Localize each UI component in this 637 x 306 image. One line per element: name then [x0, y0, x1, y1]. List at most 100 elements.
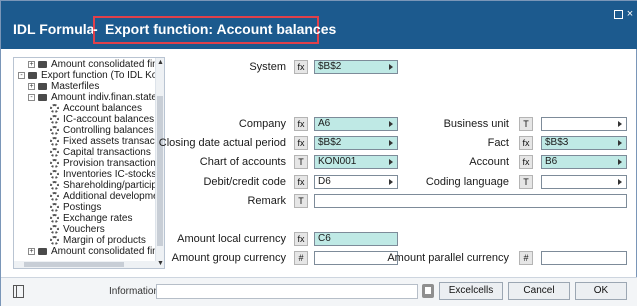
maximize-icon[interactable] [613, 9, 623, 19]
close-icon[interactable]: × [625, 9, 635, 20]
information-field[interactable] [156, 284, 418, 299]
tree-item[interactable]: Margin of products [50, 235, 146, 246]
title-separator: - [93, 21, 98, 37]
tree-item[interactable]: + Amount consolidated finan [28, 246, 165, 257]
account-value: B6 [545, 156, 558, 167]
tree-item-label: Additional development [63, 191, 165, 202]
system-fx-button[interactable]: fx [294, 60, 308, 74]
information-label: Information [109, 286, 160, 297]
amount-parallel-label: Amount parallel currency [387, 252, 509, 264]
company-field[interactable]: A6 [314, 117, 398, 131]
arrow-right-icon[interactable] [389, 159, 393, 165]
collapse-toggle-icon[interactable]: - [18, 72, 25, 79]
fact-value: $B$3 [545, 137, 569, 148]
amount-parallel-field[interactable] [541, 251, 627, 265]
closing-date-value: $B$2 [318, 137, 342, 148]
closing-date-field[interactable]: $B$2 [314, 136, 398, 150]
tree-item[interactable]: Additional development [50, 191, 165, 202]
business-unit-t-button[interactable]: T [519, 117, 533, 131]
account-field[interactable]: B6 [541, 155, 627, 169]
scroll-thumb[interactable] [24, 262, 124, 267]
excelcells-button[interactable]: Excelcells [439, 282, 503, 300]
coding-language-label: Coding language [425, 176, 509, 188]
tree-item[interactable]: Controlling balances [50, 125, 154, 136]
closing-date-fx-button[interactable]: fx [294, 136, 308, 150]
gear-icon [50, 225, 59, 234]
scroll-down-icon[interactable]: ▼ [156, 259, 164, 268]
chart-of-accounts-t-button[interactable]: T [294, 155, 308, 169]
amount-group-field[interactable] [314, 251, 398, 265]
function-tree[interactable]: + Amount consolidated finan - Export fun… [13, 57, 165, 269]
folder-icon [38, 61, 47, 68]
folder-icon [38, 83, 47, 90]
cancel-button[interactable]: Cancel [508, 282, 570, 300]
fact-fx-button[interactable]: fx [519, 136, 533, 150]
tree-item-label: Postings [63, 202, 102, 213]
business-unit-field[interactable] [541, 117, 627, 131]
arrow-right-icon[interactable] [618, 159, 622, 165]
ok-button[interactable]: OK [575, 282, 627, 300]
tree-horizontal-scrollbar[interactable] [14, 261, 156, 268]
chart-of-accounts-field[interactable]: KON001 [314, 155, 398, 169]
arrow-right-icon[interactable] [618, 179, 622, 185]
amount-local-field[interactable]: C6 [314, 232, 398, 246]
notepad-icon[interactable] [422, 284, 434, 298]
tree-item[interactable]: Exchange rates [50, 213, 133, 224]
tree-item[interactable]: - Export function (To IDL Konsis [18, 70, 164, 81]
scroll-thumb[interactable] [157, 96, 163, 246]
tree-item[interactable]: Provision transactions [50, 158, 161, 169]
coding-language-field[interactable] [541, 175, 627, 189]
arrow-right-icon[interactable] [389, 121, 393, 127]
tree-item-label: Vouchers [63, 224, 105, 235]
tree-vertical-scrollbar[interactable]: ▲ ▼ [155, 58, 164, 268]
tree-item-label: Amount consolidated finan [51, 246, 165, 257]
tree-item[interactable]: Shareholding/participati [50, 180, 164, 191]
scroll-up-icon[interactable]: ▲ [156, 58, 164, 67]
coding-language-t-button[interactable]: T [519, 175, 533, 189]
expand-toggle-icon[interactable]: + [28, 83, 35, 90]
tree-item-label: IC-account balances [63, 114, 155, 125]
account-label: Account [469, 156, 509, 168]
tree-item[interactable]: IC-account balances [50, 114, 154, 125]
remark-field[interactable] [314, 194, 627, 208]
arrow-right-icon[interactable] [618, 121, 622, 127]
account-fx-button[interactable]: fx [519, 155, 533, 169]
collapse-toggle-icon[interactable]: - [28, 94, 35, 101]
tree-item-label: Amount indiv.finan.stateme [51, 92, 165, 103]
function-title: Export function: Account balances [105, 21, 337, 37]
remark-t-button[interactable]: T [294, 194, 308, 208]
panel-toggle-icon[interactable] [13, 285, 24, 298]
chart-of-accounts-label: Chart of accounts [199, 156, 286, 168]
tree-item-label: Fixed assets transactio [63, 136, 165, 147]
gear-icon [50, 126, 59, 135]
arrow-right-icon[interactable] [618, 140, 622, 146]
tree-item[interactable]: Postings [50, 202, 101, 213]
tree-item-label: Provision transactions [63, 158, 161, 169]
amount-local-fx-button[interactable]: fx [294, 232, 308, 246]
arrow-right-icon[interactable] [389, 64, 393, 70]
tree-item-label: Capital transactions [63, 147, 151, 158]
tree-item[interactable]: Inventories IC-stocks [50, 169, 156, 180]
tree-item[interactable]: Fixed assets transactio [50, 136, 165, 147]
expand-toggle-icon[interactable]: + [28, 248, 35, 255]
amount-group-hash-button[interactable]: # [294, 251, 308, 265]
tree-item[interactable]: Capital transactions [50, 147, 151, 158]
tree-item-label: Account balances [63, 103, 142, 114]
debit-credit-field[interactable]: D6 [314, 175, 398, 189]
expand-toggle-icon[interactable]: + [28, 61, 35, 68]
fact-field[interactable]: $B$3 [541, 136, 627, 150]
amount-parallel-hash-button[interactable]: # [519, 251, 533, 265]
tree-item[interactable]: - Amount indiv.finan.stateme [28, 92, 165, 103]
closing-date-label: Closing date actual period [158, 137, 286, 149]
dialog-window: IDL Formula - Export function: Account b… [0, 0, 637, 306]
system-field[interactable]: $B$2 [314, 60, 398, 74]
tree-item-label: Margin of products [63, 235, 146, 246]
arrow-right-icon[interactable] [389, 179, 393, 185]
tree-item[interactable]: Vouchers [50, 224, 105, 235]
tree-item[interactable]: + Amount consolidated finan [28, 59, 164, 70]
tree-item[interactable]: + Masterfiles [28, 81, 99, 92]
company-fx-button[interactable]: fx [294, 117, 308, 131]
arrow-right-icon[interactable] [389, 140, 393, 146]
debit-credit-fx-button[interactable]: fx [294, 175, 308, 189]
tree-item[interactable]: Account balances [50, 103, 142, 114]
